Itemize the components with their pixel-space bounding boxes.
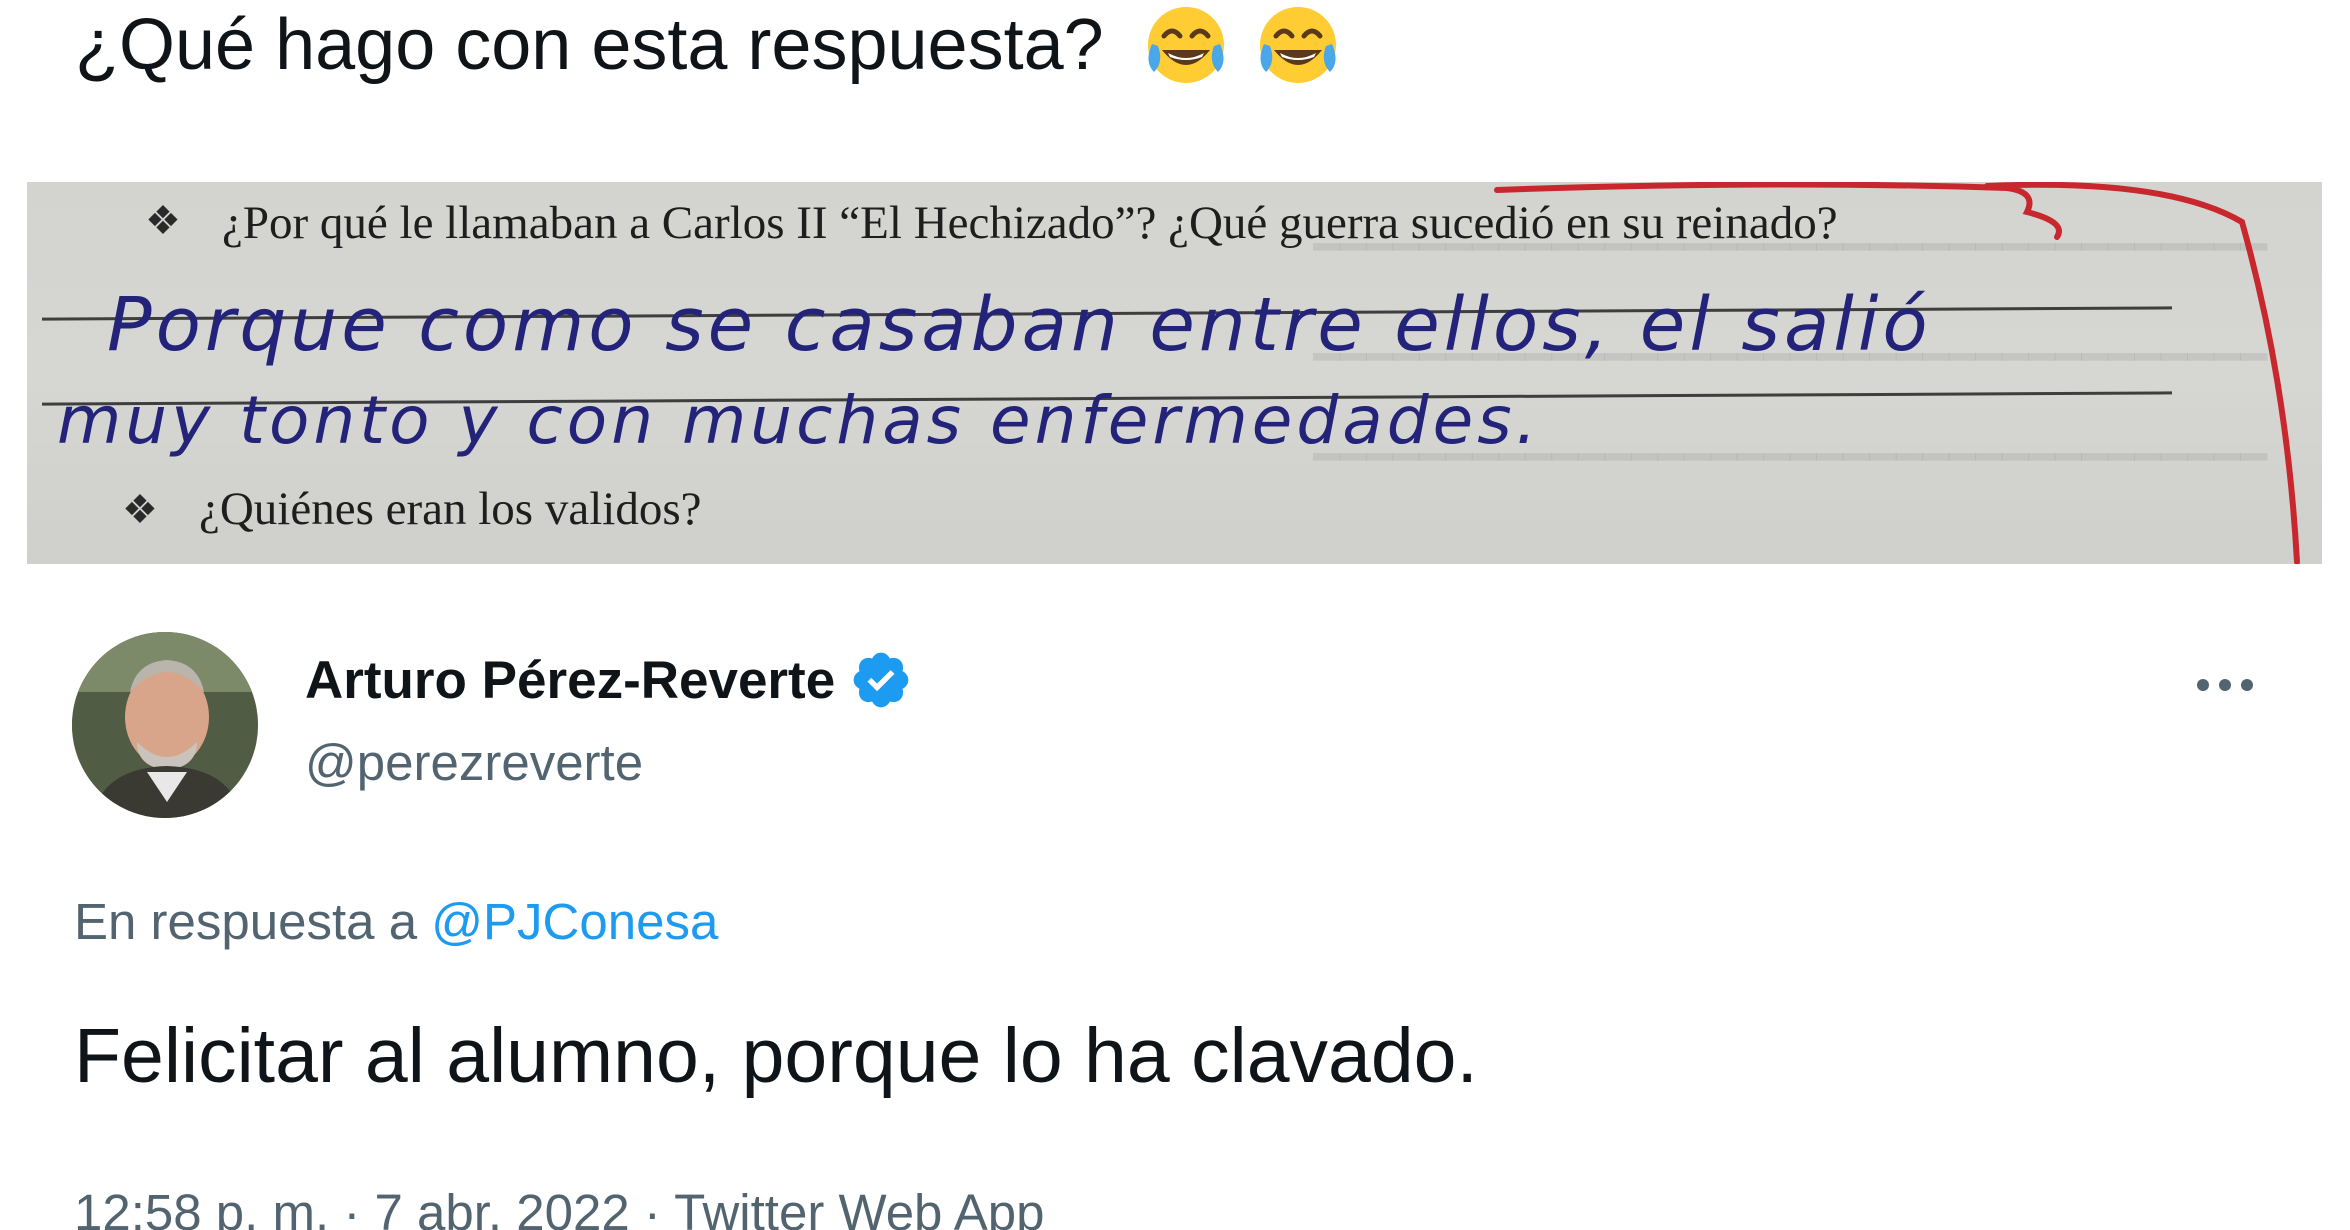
bullet-icon: ❖ [122,487,158,533]
reply-mention-link[interactable]: @PJConesa [431,893,718,950]
quoted-tweet-text-row: ¿Qué hago con esta respuesta? [75,0,1350,90]
reply-prefix: En respuesta a [74,893,418,950]
meta-separator: · [343,1184,361,1230]
author-handle[interactable]: @perezreverte [305,733,643,792]
verified-badge-icon [853,652,909,708]
reply-context: En respuesta a @PJConesa [74,892,718,951]
face-with-tears-of-joy-icon [1259,7,1336,83]
author-name-row[interactable]: Arturo Pérez-Reverte [305,648,913,712]
tweet-time[interactable]: 12:58 p. m. [74,1184,329,1230]
more-options-button[interactable] [2190,660,2260,710]
tweet-metadata: 12:58 p. m. · 7 abr. 2022 · Twitter Web … [74,1183,1045,1230]
question-2: ¿Quiénes eran los validos? [199,483,702,535]
screenshot-page: ¿Qué hago con esta respuesta? ━━━━━━━━━━… [0,0,2350,1230]
tweet-date[interactable]: 7 abr. 2022 [374,1184,629,1230]
meta-separator: · [643,1184,661,1230]
tweet-source-link[interactable]: Twitter Web App [674,1184,1044,1230]
author-name[interactable]: Arturo Pérez-Reverte [305,650,835,711]
profile-photo [72,632,258,818]
tweet-text: Felicitar al alumno, porque lo ha clavad… [74,1013,1478,1099]
face-with-tears-of-joy-icon [1147,7,1224,83]
more-dots-icon [2197,679,2253,691]
quoted-tweet-text: ¿Qué hago con esta respuesta? [75,5,1104,85]
handwritten-answer-line-2: muy tonto y con muchas enfermedades. [57,382,1541,459]
teacher-red-mark [1494,182,2300,564]
bullet-icon: ❖ [145,198,181,244]
avatar[interactable] [72,632,258,818]
attached-photo[interactable]: ━━━━━━━━━━━━━━━━━━━━━━━━━━━━━━━━━━━━ ━━━… [27,182,2322,564]
